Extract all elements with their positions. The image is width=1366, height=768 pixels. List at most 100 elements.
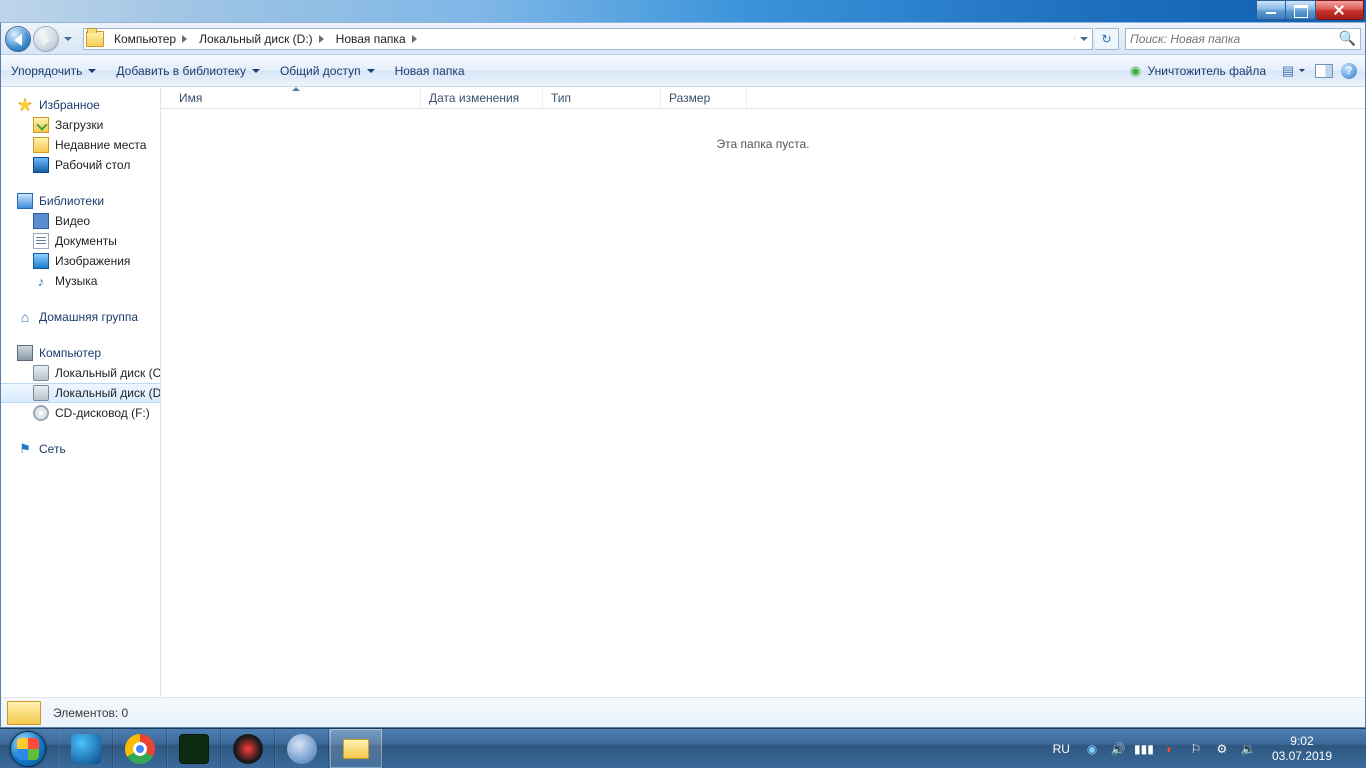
sidebar-item-disk-d[interactable]: Локальный диск (D:)	[1, 383, 160, 403]
arrow-left-icon	[14, 34, 22, 46]
homegroup-icon: ⌂	[17, 309, 33, 325]
breadcrumb-disk-d[interactable]: Локальный диск (D:)	[191, 29, 328, 49]
cd-icon	[33, 405, 49, 421]
windows-orb-icon	[10, 731, 46, 767]
homegroup-header[interactable]: ⌂Домашняя группа	[1, 307, 160, 327]
system-tray: RU ◉ 🔊 ▮▮▮ ◐ ⚐ ⚙ 🔉 9:02 03.07.2019	[1045, 729, 1366, 768]
arrow-right-icon	[42, 34, 50, 46]
network-header[interactable]: ⚑Сеть	[1, 439, 160, 459]
column-size[interactable]: Размер	[661, 87, 747, 108]
video-icon	[33, 213, 49, 229]
nav-forward-button[interactable]	[33, 26, 59, 52]
taskbar-app-1[interactable]	[59, 729, 113, 768]
sidebar-item-video[interactable]: Видео	[1, 211, 160, 231]
search-icon: 🔍	[1339, 30, 1356, 47]
tray-icon-4[interactable]: ◐	[1162, 741, 1178, 757]
taskbar-app-3[interactable]	[167, 729, 221, 768]
star-icon	[17, 97, 33, 113]
close-button[interactable]	[1316, 0, 1364, 20]
sidebar-item-recent[interactable]: Недавние места	[1, 135, 160, 155]
document-icon	[33, 233, 49, 249]
taskbar-app-5[interactable]	[275, 729, 329, 768]
computer-icon	[17, 345, 33, 361]
content-pane: Имя Дата изменения Тип Размер Эта папка …	[161, 87, 1365, 697]
action-center-icon[interactable]: ⚐	[1188, 741, 1204, 757]
taskbar-app-explorer[interactable]	[329, 729, 383, 768]
column-type[interactable]: Тип	[543, 87, 661, 108]
background-strip	[0, 0, 1366, 22]
sidebar-item-documents[interactable]: Документы	[1, 231, 160, 251]
maximize-icon	[1286, 1, 1315, 19]
navigation-pane: Избранное Загрузки Недавние места Рабочи…	[1, 87, 161, 697]
refresh-icon: ↻	[1101, 32, 1111, 46]
recent-icon	[33, 137, 49, 153]
tray-icon-1[interactable]: ◉	[1084, 741, 1100, 757]
download-icon	[33, 117, 49, 133]
refresh-button[interactable]: ↻	[1095, 28, 1119, 50]
status-item-count: Элементов: 0	[53, 706, 128, 720]
taskbar-app-4[interactable]	[221, 729, 275, 768]
chevron-down-icon	[1080, 37, 1088, 41]
help-button[interactable]: ?	[1341, 63, 1357, 79]
tray-icon-7[interactable]: 🔉	[1240, 741, 1256, 757]
sidebar-item-disk-c[interactable]: Локальный диск (C:)	[1, 363, 160, 383]
address-dropdown[interactable]	[1074, 37, 1092, 41]
minimize-button[interactable]	[1256, 0, 1286, 20]
maximize-button[interactable]	[1286, 0, 1316, 20]
window-caption-buttons	[1256, 0, 1364, 20]
chevron-down-icon	[1299, 69, 1305, 72]
folder-icon	[86, 31, 104, 47]
sidebar-item-desktop[interactable]: Рабочий стол	[1, 155, 160, 175]
desktop-icon	[33, 157, 49, 173]
libraries-header[interactable]: Библиотеки	[1, 191, 160, 211]
shredder-icon: ◉	[1128, 63, 1144, 79]
nav-bar: Компьютер Локальный диск (D:) Новая папк…	[1, 23, 1365, 55]
search-box[interactable]: 🔍	[1125, 28, 1361, 50]
sort-ascending-icon	[292, 87, 300, 91]
taskbar-pinned-apps	[59, 729, 383, 768]
network-icon: ⚑	[17, 441, 33, 457]
music-icon: ♪	[33, 273, 49, 289]
organize-button[interactable]: Упорядочить	[1, 55, 106, 86]
sidebar-item-cd-drive[interactable]: CD-дисковод (F:)	[1, 403, 160, 423]
sidebar-item-downloads[interactable]: Загрузки	[1, 115, 160, 135]
explorer-window: Компьютер Локальный диск (D:) Новая папк…	[0, 22, 1366, 728]
taskbar-clock[interactable]: 9:02 03.07.2019	[1266, 734, 1338, 764]
sidebar-item-pictures[interactable]: Изображения	[1, 251, 160, 271]
chevron-down-icon	[64, 37, 72, 41]
add-to-library-button[interactable]: Добавить в библиотеку	[106, 55, 270, 86]
clock-time: 9:02	[1272, 734, 1332, 749]
shredder-label: Уничтожитель файла	[1148, 64, 1266, 78]
volume-icon[interactable]: 🔊	[1110, 741, 1126, 757]
library-icon	[17, 193, 33, 209]
search-input[interactable]	[1130, 32, 1339, 46]
sidebar-item-music[interactable]: ♪Музыка	[1, 271, 160, 291]
breadcrumb-computer[interactable]: Компьютер	[106, 29, 191, 49]
taskbar-app-chrome[interactable]	[113, 729, 167, 768]
address-bar[interactable]: Компьютер Локальный диск (D:) Новая папк…	[83, 28, 1093, 50]
language-indicator[interactable]: RU	[1049, 742, 1074, 756]
new-folder-button[interactable]: Новая папка	[385, 55, 475, 86]
nav-back-button[interactable]	[5, 26, 31, 52]
network-tray-icon[interactable]: ▮▮▮	[1136, 741, 1152, 757]
preview-pane-button[interactable]	[1315, 64, 1333, 78]
start-button[interactable]	[0, 729, 55, 768]
column-name[interactable]: Имя	[171, 87, 421, 108]
file-shredder-button[interactable]: ◉ Уничтожитель файла	[1124, 63, 1270, 79]
disk-icon	[33, 365, 49, 381]
empty-folder-message: Эта папка пуста.	[161, 109, 1365, 151]
close-icon	[1316, 1, 1363, 19]
column-headers: Имя Дата изменения Тип Размер	[161, 87, 1365, 109]
share-button[interactable]: Общий доступ	[270, 55, 385, 86]
minimize-icon	[1257, 1, 1285, 19]
tray-icon-6[interactable]: ⚙	[1214, 741, 1230, 757]
image-icon	[33, 253, 49, 269]
column-date[interactable]: Дата изменения	[421, 87, 543, 108]
folder-icon	[7, 701, 41, 725]
nav-history-dropdown[interactable]	[61, 26, 75, 52]
computer-header[interactable]: Компьютер	[1, 343, 160, 363]
favorites-header[interactable]: Избранное	[1, 95, 160, 115]
breadcrumb-new-folder[interactable]: Новая папка	[328, 29, 421, 49]
views-button[interactable]: ▤	[1278, 61, 1307, 81]
toolbar: Упорядочить Добавить в библиотеку Общий …	[1, 55, 1365, 87]
